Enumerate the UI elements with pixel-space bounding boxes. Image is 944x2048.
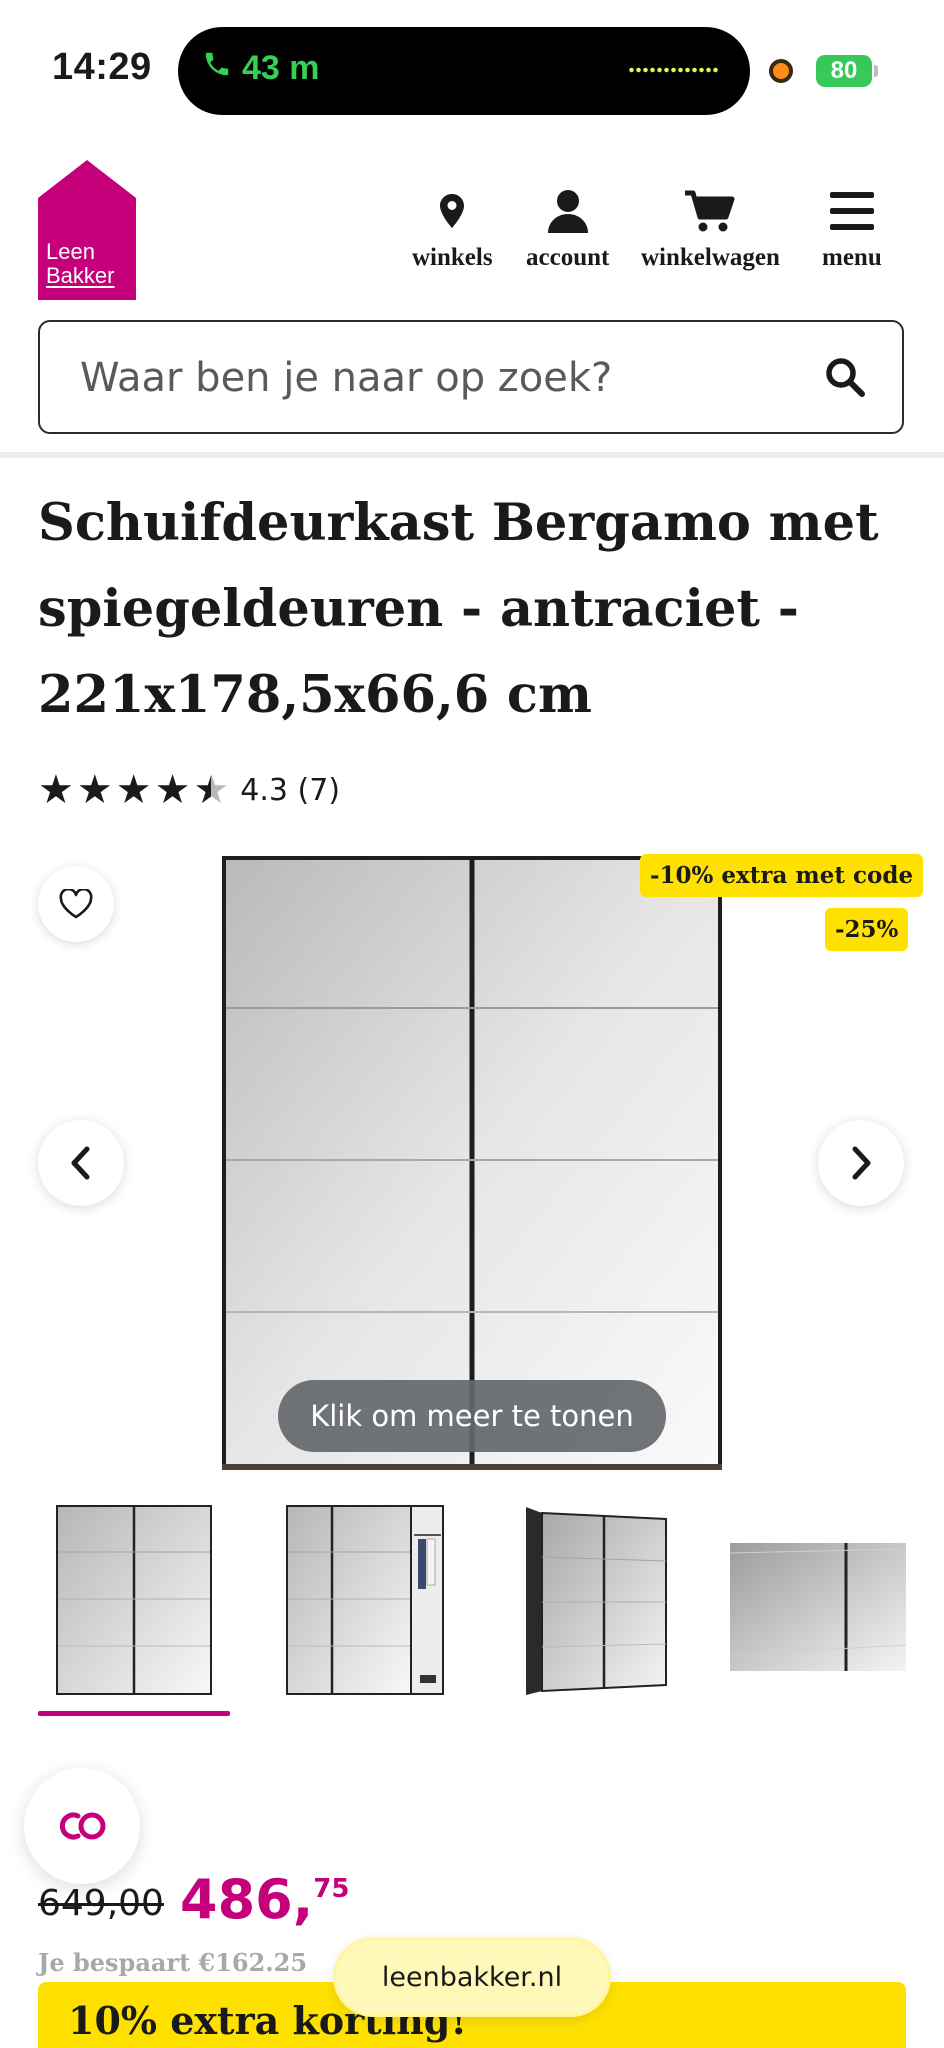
new-price-cents: 75 xyxy=(313,1874,350,1904)
status-time: 14:29 xyxy=(52,46,152,88)
recording-indicator-icon xyxy=(769,59,793,83)
show-more-overlay[interactable]: Klik om meer te tonen xyxy=(278,1380,666,1452)
heart-icon xyxy=(59,889,93,919)
discount-code-badge: -10% extra met code xyxy=(640,854,924,897)
favorite-button[interactable] xyxy=(38,866,114,942)
previous-image-button[interactable] xyxy=(38,1120,124,1206)
discount-badge: -25% xyxy=(825,908,909,951)
product-gallery[interactable]: -10% extra met code -25% Klik om meer te… xyxy=(0,850,944,1470)
product-image[interactable] xyxy=(222,856,722,1470)
phone-icon xyxy=(202,49,232,88)
search-bar[interactable] xyxy=(38,320,904,434)
half-star-icon: ★ xyxy=(193,768,230,812)
cart-icon xyxy=(685,186,735,236)
battery-icon: 80 xyxy=(816,55,878,87)
nav-account[interactable]: account xyxy=(526,186,609,272)
chevron-left-icon xyxy=(71,1146,90,1180)
leen-bakker-logo[interactable]: Leen Bakker xyxy=(38,160,136,300)
logo-text-line2: Bakker xyxy=(46,263,115,288)
thumbnail-strip[interactable] xyxy=(0,1505,944,1705)
call-indicator: 43 m xyxy=(202,49,320,88)
thumbnail-1[interactable] xyxy=(56,1505,212,1695)
thumbnail-2[interactable] xyxy=(286,1505,444,1695)
compare-button[interactable] xyxy=(24,1768,140,1884)
browser-url-bar[interactable]: leenbakker.nl xyxy=(336,1940,608,2014)
star-icon: ★ xyxy=(115,768,152,812)
call-duration: 43 m xyxy=(242,49,320,87)
co-logo-icon xyxy=(59,1812,106,1840)
star-icon: ★ xyxy=(76,768,113,812)
nav-label: menu xyxy=(822,244,882,271)
logo-text-line1: Leen xyxy=(46,239,95,264)
nav-winkelwagen[interactable]: winkelwagen xyxy=(641,186,780,272)
nav-label: winkelwagen xyxy=(641,244,780,271)
battery-level: 80 xyxy=(830,57,858,84)
status-bar: 14:29 43 m 80 xyxy=(0,0,944,140)
new-price: 486,75 xyxy=(180,1868,349,1931)
location-pin-icon xyxy=(440,186,465,236)
user-icon xyxy=(547,186,588,236)
star-icon: ★ xyxy=(154,768,191,812)
search-input[interactable] xyxy=(80,350,800,406)
rating-text: 4.3 (7) xyxy=(240,772,341,808)
active-thumbnail-indicator xyxy=(38,1711,230,1716)
nav-winkels[interactable]: winkels xyxy=(412,186,493,272)
nav-label: account xyxy=(526,244,610,271)
thumbnail-3[interactable] xyxy=(522,1505,668,1695)
product-title: Schuifdeurkast Bergamo met spiegeldeuren… xyxy=(38,493,879,725)
product-rating[interactable]: ★ ★ ★ ★ ★ 4.3 (7) xyxy=(38,770,340,810)
savings-text: Je bespaart €162.25 xyxy=(38,1948,308,1977)
hamburger-icon xyxy=(829,186,874,236)
header-divider xyxy=(0,452,944,458)
new-price-main: 486, xyxy=(180,1868,314,1931)
nav-menu[interactable]: menu xyxy=(822,186,882,272)
next-image-button[interactable] xyxy=(818,1120,904,1206)
dynamic-island[interactable]: 43 m xyxy=(178,27,750,115)
nav-label: winkels xyxy=(412,244,493,271)
star-icon: ★ xyxy=(38,768,74,812)
old-price: 649,00 xyxy=(38,1883,164,1924)
audio-waveform-icon xyxy=(628,67,720,73)
thumbnail-4[interactable] xyxy=(730,1505,906,1695)
logo-text: Leen Bakker xyxy=(46,240,114,288)
chevron-right-icon xyxy=(852,1146,871,1180)
search-icon[interactable] xyxy=(824,356,866,403)
